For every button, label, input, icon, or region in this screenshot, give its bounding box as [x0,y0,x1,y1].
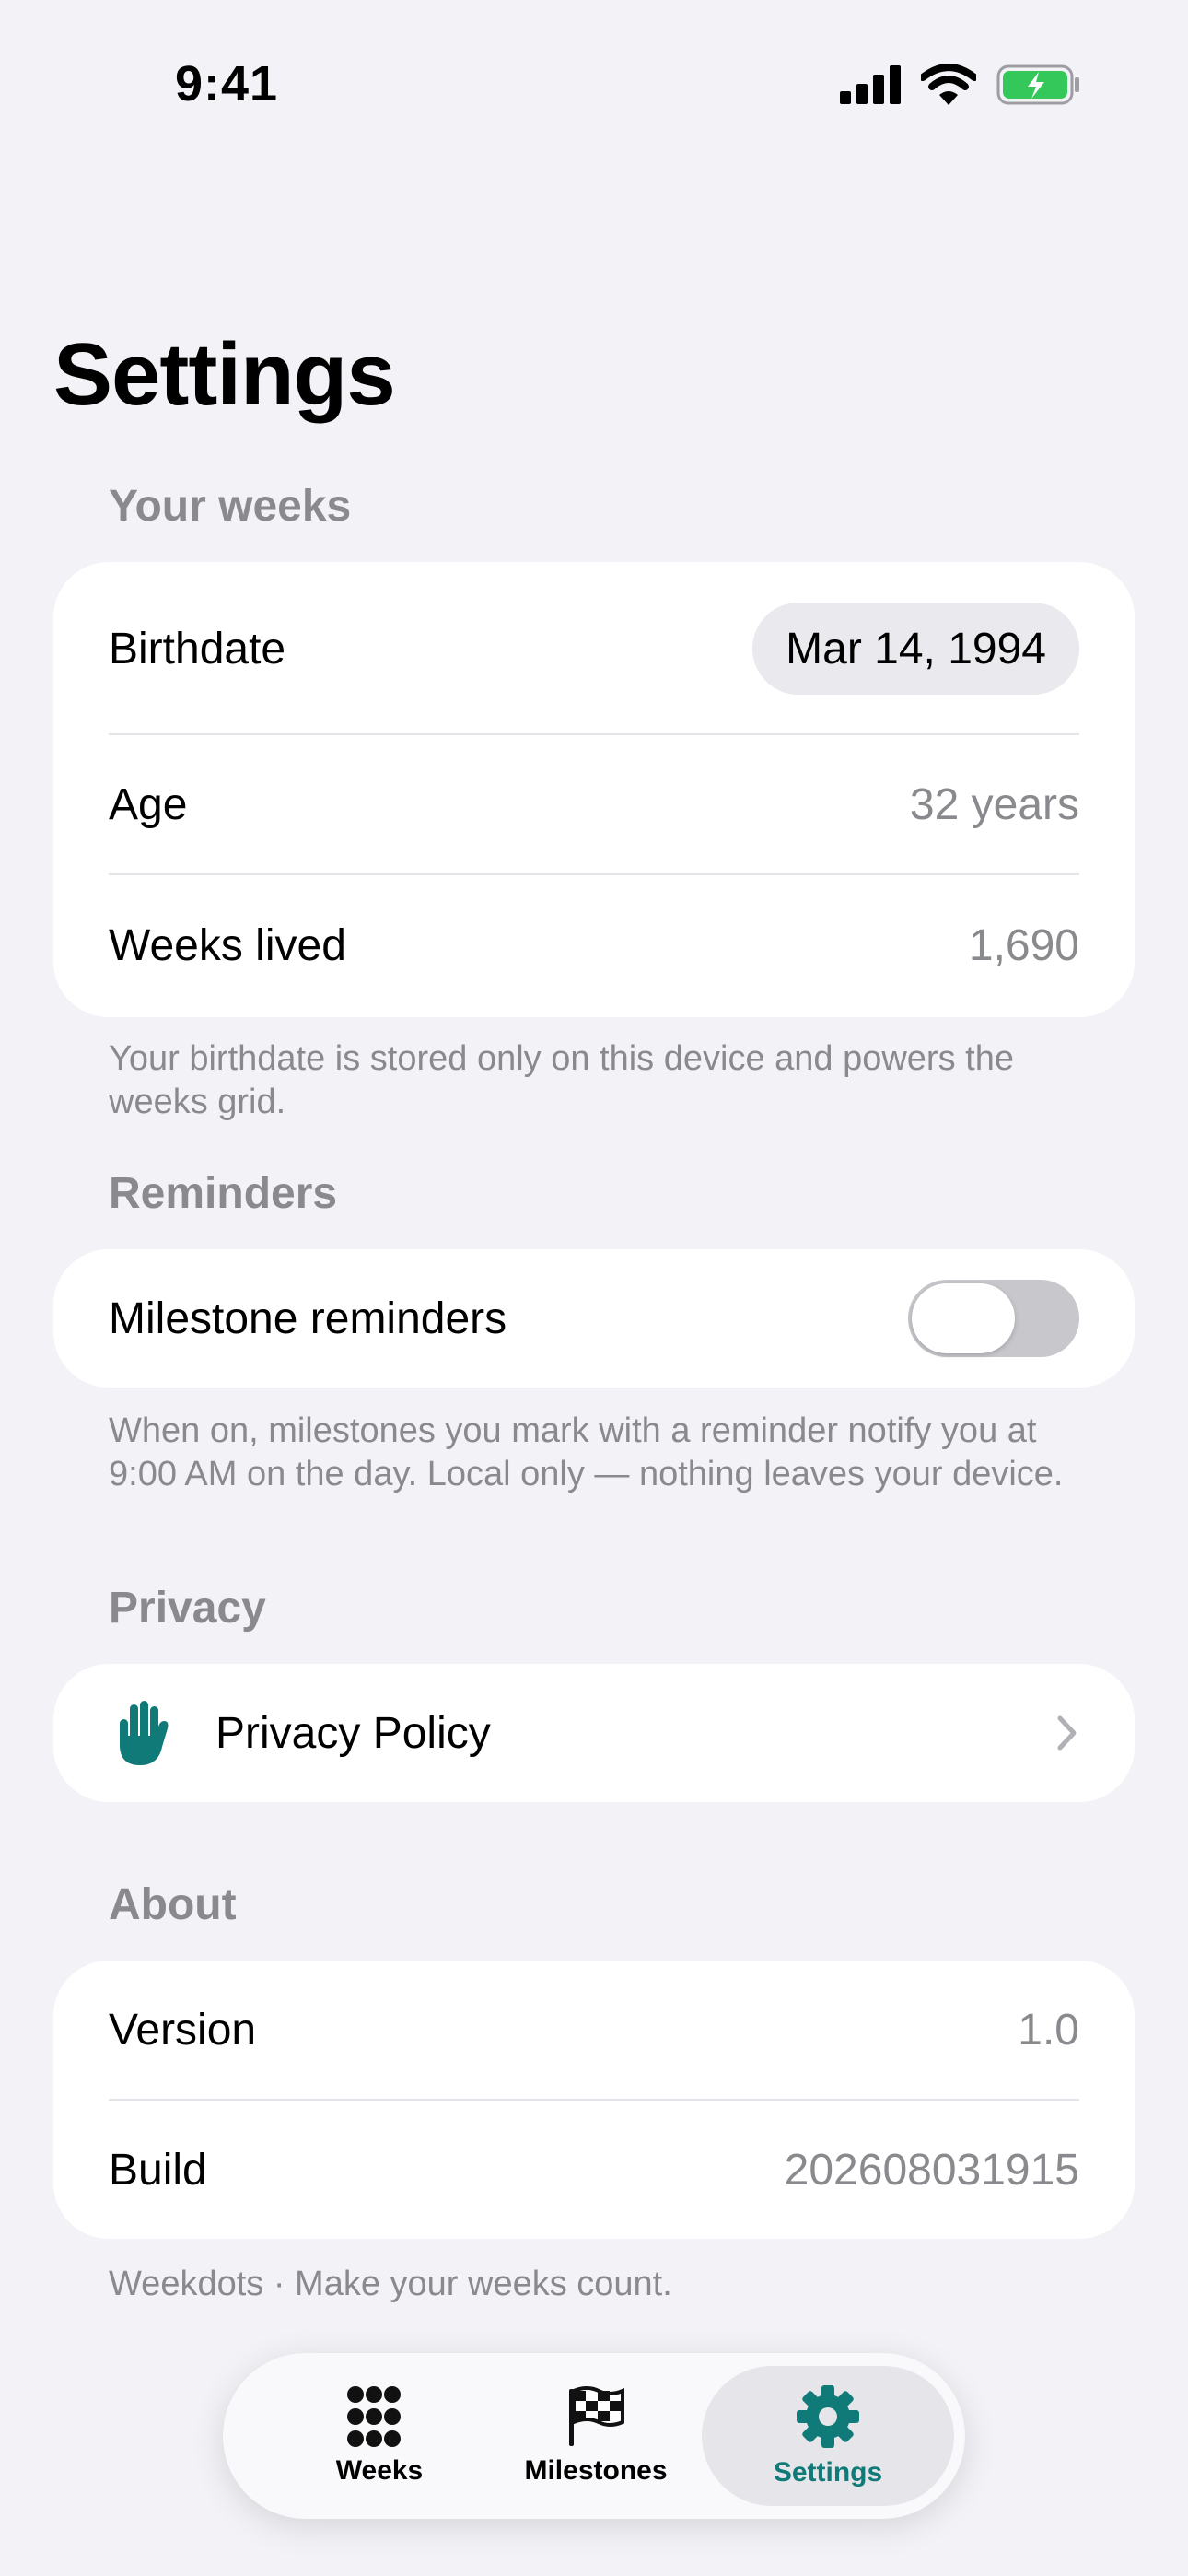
page-title: Settings [53,325,396,424]
build-row: Build 202608031915 [109,2101,1079,2239]
tab-weeks-label: Weeks [335,2455,424,2486]
weeks-lived-value: 1,690 [968,920,1079,970]
gear-icon [797,2385,859,2448]
milestone-reminders-label: Milestone reminders [109,1294,507,1343]
battery-charging-icon [996,64,1079,105]
tab-milestones-label: Milestones [524,2455,668,2486]
milestone-reminders-row: Milestone reminders [109,1249,1079,1388]
version-label: Version [109,2005,257,2055]
about-card: Version 1.0 Build 202608031915 [53,1961,1135,2239]
privacy-policy-label: Privacy Policy [215,1709,491,1758]
chevron-right-icon [1057,1715,1077,1751]
version-value: 1.0 [1018,2005,1079,2055]
build-value: 202608031915 [784,2145,1079,2195]
version-row: Version 1.0 [109,1961,1079,2099]
build-label: Build [109,2145,207,2195]
your-weeks-card: Birthdate Mar 14, 1994 Age 32 years Week… [53,562,1135,1017]
birthdate-picker[interactable]: Mar 14, 1994 [752,603,1079,695]
birthdate-label: Birthdate [109,624,286,673]
tab-milestones[interactable]: Milestones [499,2366,693,2506]
reminders-footer: When on, milestones you mark with a remi… [109,1411,1064,1493]
privacy-policy-row[interactable]: Privacy Policy [53,1664,1135,1802]
reminders-card: Milestone reminders [53,1249,1135,1388]
section-header-reminders: Reminders [109,1169,338,1218]
checkered-flag-icon [569,2386,624,2446]
about-footer: Weekdots · Make your weeks count. [109,2265,672,2303]
weeks-lived-row: Weeks lived 1,690 [109,875,1079,1015]
toggle-knob [912,1283,1015,1353]
hand-raised-icon [120,1701,169,1765]
wifi-icon [921,64,976,105]
tab-bar: Weeks Milestones Settings [223,2353,965,2519]
birthdate-row: Birthdate Mar 14, 1994 [109,603,1079,695]
weeks-lived-label: Weeks lived [109,920,346,970]
tab-weeks[interactable]: Weeks [287,2366,472,2506]
age-value: 32 years [909,779,1079,829]
grid-dots-icon [347,2386,401,2447]
cellular-signal-icon [840,65,901,104]
tab-settings[interactable]: Settings [731,2366,925,2506]
age-row: Age 32 years [109,735,1079,873]
age-label: Age [109,779,188,829]
tab-settings-label: Settings [773,2457,883,2488]
milestone-reminders-toggle[interactable] [908,1280,1079,1357]
section-header-privacy: Privacy [109,1584,266,1633]
status-time: 9:41 [175,56,279,111]
your-weeks-footer: Your birthdate is stored only on this de… [109,1039,1014,1121]
section-header-about: About [109,1880,237,1929]
status-icons [840,64,1081,105]
section-header-your-weeks: Your weeks [109,482,352,531]
